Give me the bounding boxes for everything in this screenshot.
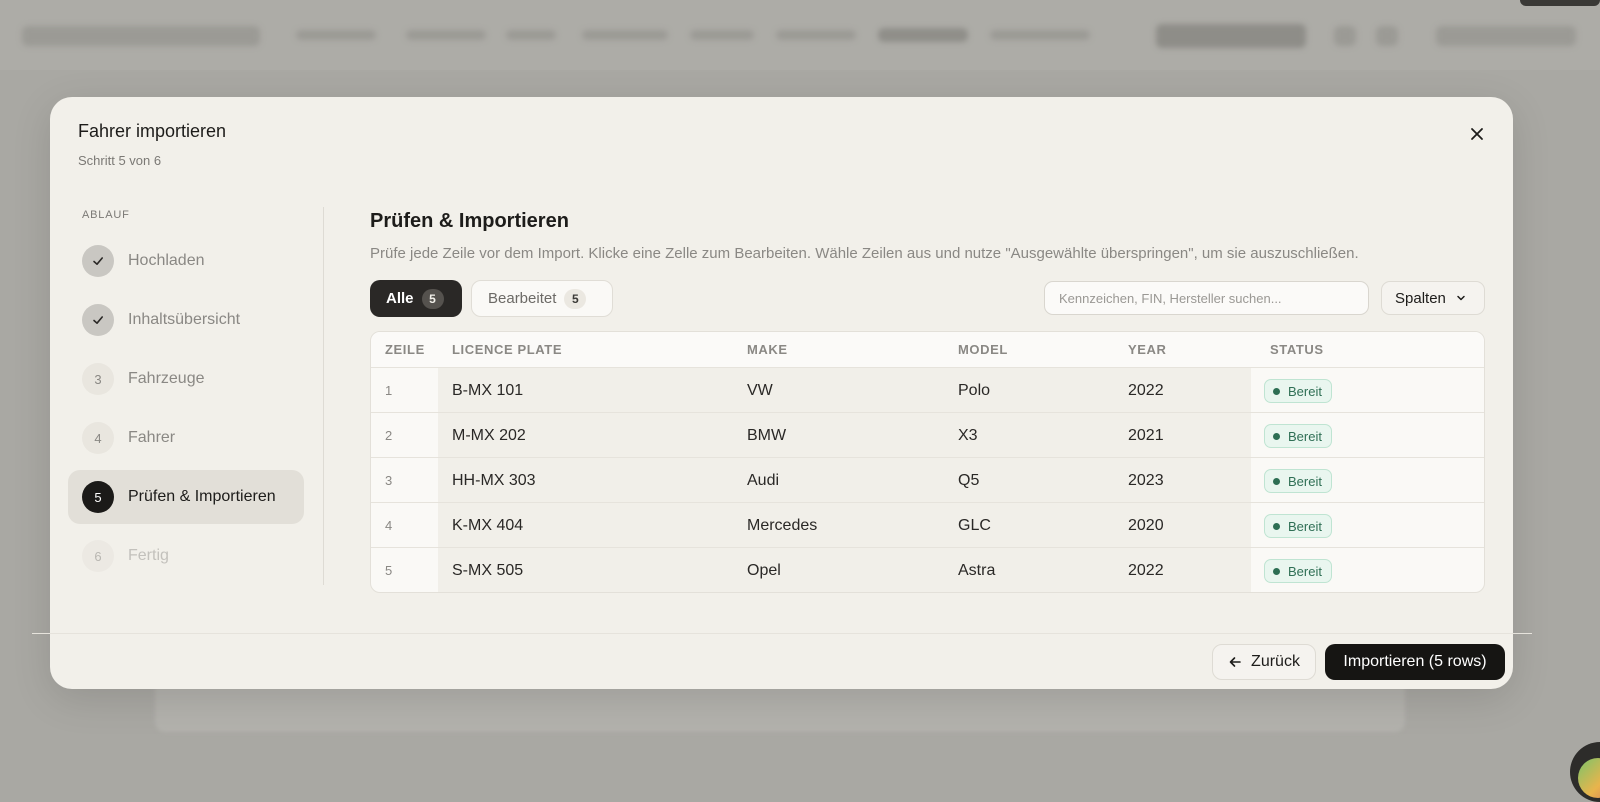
tab-all[interactable]: Alle 5 (370, 280, 462, 317)
step-check-icon (82, 245, 114, 277)
background-corner (1520, 0, 1600, 6)
search-input[interactable] (1044, 281, 1369, 315)
steps-heading: ABLAUF (82, 209, 130, 221)
table-row[interactable]: 3 HH-MX 303 Audi Q5 2023 Bereit (371, 458, 1484, 503)
section-title: Prüfen & Importieren (370, 210, 569, 232)
step-number: 4 (82, 422, 114, 454)
status-dot-icon (1273, 477, 1280, 485)
status-label: Bereit (1288, 473, 1322, 489)
step-number: 6 (82, 540, 114, 572)
cell-make[interactable]: VW (747, 368, 773, 413)
step-upload[interactable]: Hochladen (68, 234, 304, 288)
step-label: Fahrer (128, 429, 176, 446)
modal-title: Fahrer importieren (78, 121, 227, 141)
cell-model[interactable]: Polo (958, 368, 990, 413)
step-label: Inhaltsübersicht (128, 311, 241, 328)
step-review-import[interactable]: 5 Prüfen & Importieren (68, 470, 304, 524)
tab-count-badge: 5 (421, 288, 444, 309)
section-description: Prüfe jede Zeile vor dem Import. Klicke … (370, 245, 1359, 262)
step-done: 6 Fertig (68, 529, 304, 583)
arrow-left-icon (1229, 657, 1241, 667)
back-button[interactable]: Zurück (1212, 644, 1316, 680)
modal-subtitle: Schritt 5 von 6 (78, 153, 162, 168)
step-label: Hochladen (128, 252, 205, 269)
close-icon (1471, 128, 1483, 140)
cell-year[interactable]: 2022 (1128, 368, 1164, 413)
step-label: Fertig (128, 547, 169, 564)
status-dot-icon (1273, 387, 1280, 395)
table-row[interactable]: 4 K-MX 404 Mercedes GLC 2020 Bereit (371, 503, 1484, 548)
cell-plate[interactable]: M-MX 202 (452, 413, 526, 458)
status-badge: Bereit (1264, 379, 1332, 403)
column-header-row[interactable]: ZEILE (385, 332, 425, 368)
status-label: Bereit (1288, 383, 1322, 399)
row-number: 4 (385, 518, 393, 533)
status-label: Bereit (1288, 518, 1322, 534)
step-number: 5 (82, 481, 114, 513)
cell-plate[interactable]: S-MX 505 (452, 548, 523, 592)
import-button[interactable]: Importieren (5 rows) (1325, 644, 1505, 680)
table-row[interactable]: 2 M-MX 202 BMW X3 2021 Bereit (371, 413, 1484, 458)
cell-make[interactable]: Opel (747, 548, 781, 592)
step-label: Fahrzeuge (128, 370, 205, 387)
status-badge: Bereit (1264, 424, 1332, 448)
column-header-year[interactable]: YEAR (1128, 332, 1167, 368)
cell-plate[interactable]: HH-MX 303 (452, 458, 536, 503)
review-table: ZEILE LICENCE PLATE MAKE MODEL YEAR STAT… (370, 331, 1485, 593)
status-label: Bereit (1288, 563, 1322, 579)
column-header-make[interactable]: MAKE (747, 332, 788, 368)
cell-model[interactable]: Astra (958, 548, 995, 592)
columns-button[interactable]: Spalten (1381, 281, 1485, 315)
cell-make[interactable]: Mercedes (747, 503, 817, 548)
table-row[interactable]: 1 B-MX 101 VW Polo 2022 Bereit (371, 368, 1484, 413)
row-number: 3 (385, 473, 393, 488)
column-header-status[interactable]: STATUS (1270, 332, 1324, 368)
cell-year[interactable]: 2023 (1128, 458, 1164, 503)
chevron-down-icon (1457, 295, 1465, 301)
close-button[interactable] (1464, 121, 1490, 147)
cell-year[interactable]: 2020 (1128, 503, 1164, 548)
column-header-plate[interactable]: LICENCE PLATE (452, 332, 562, 368)
cell-plate[interactable]: B-MX 101 (452, 368, 523, 413)
tab-count-badge: 5 (564, 288, 587, 309)
step-label: Prüfen & Importieren (128, 488, 276, 505)
table-header: ZEILE LICENCE PLATE MAKE MODEL YEAR STAT… (371, 332, 1484, 368)
import-label: Importieren (5 rows) (1343, 653, 1487, 670)
step-number: 3 (82, 363, 114, 395)
column-header-model[interactable]: MODEL (958, 332, 1008, 368)
cell-model[interactable]: GLC (958, 503, 991, 548)
footer-divider (32, 633, 1532, 634)
row-number: 2 (385, 428, 393, 443)
sidebar-divider (323, 207, 324, 585)
status-badge: Bereit (1264, 559, 1332, 583)
status-dot-icon (1273, 567, 1280, 575)
cell-year[interactable]: 2021 (1128, 413, 1164, 458)
cell-make[interactable]: Audi (747, 458, 779, 503)
step-vehicles[interactable]: 3 Fahrzeuge (68, 352, 304, 406)
status-badge: Bereit (1264, 514, 1332, 538)
tab-edited[interactable]: Bearbeitet 5 (471, 280, 613, 317)
row-number: 1 (385, 383, 393, 398)
step-overview[interactable]: Inhaltsübersicht (68, 293, 304, 347)
import-modal: Fahrer importieren Schritt 5 von 6 ABLAU… (50, 97, 1513, 689)
status-dot-icon (1273, 522, 1280, 530)
columns-label: Spalten (1395, 289, 1446, 307)
row-number: 5 (385, 563, 393, 578)
step-check-icon (82, 304, 114, 336)
step-drivers[interactable]: 4 Fahrer (68, 411, 304, 465)
table-row[interactable]: 5 S-MX 505 Opel Astra 2022 Bereit (371, 548, 1484, 592)
cell-year[interactable]: 2022 (1128, 548, 1164, 592)
background-topbar (0, 0, 1600, 70)
tab-label: Alle (386, 290, 414, 307)
cell-model[interactable]: X3 (958, 413, 978, 458)
background-avatar (1570, 742, 1600, 802)
cell-plate[interactable]: K-MX 404 (452, 503, 523, 548)
status-badge: Bereit (1264, 469, 1332, 493)
cell-model[interactable]: Q5 (958, 458, 979, 503)
status-dot-icon (1273, 432, 1280, 440)
status-label: Bereit (1288, 428, 1322, 444)
back-label: Zurück (1251, 653, 1300, 670)
cell-make[interactable]: BMW (747, 413, 786, 458)
tab-label: Bearbeitet (488, 290, 557, 307)
